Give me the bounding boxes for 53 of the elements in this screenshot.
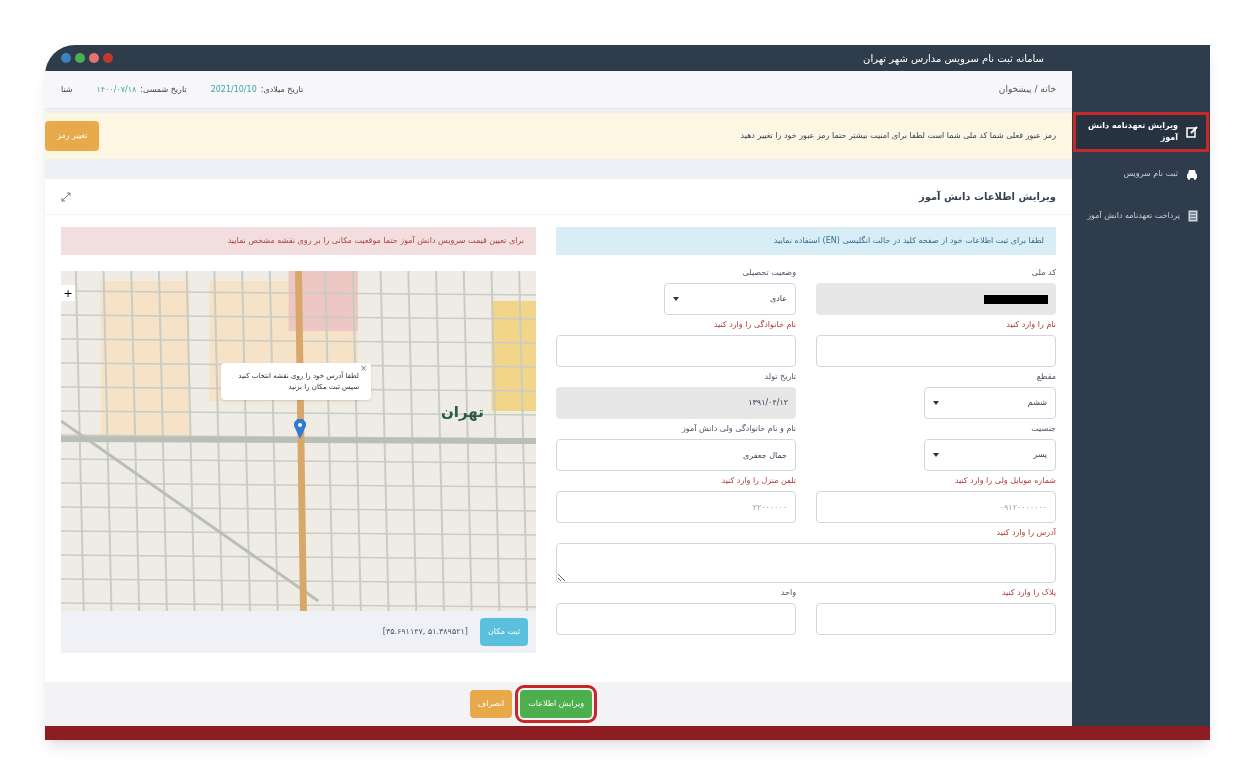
caret-icon xyxy=(933,401,939,405)
coordinates-text: [۳۵.۶۹۱۱۴۷, ۵۱.۳۸۹۵۲۱] xyxy=(382,626,468,638)
field-label: تلفن منزل را وارد کنید xyxy=(720,475,796,487)
breadcrumb: خانه / پیشخوان xyxy=(998,82,1056,96)
panel-title: ویرایش اطلاعات دانش آموز xyxy=(918,189,1056,204)
address-field[interactable] xyxy=(556,543,1056,583)
site-title: سامانه ثبت نام سرویس مدارس شهر تهران xyxy=(863,51,1044,66)
select-field[interactable]: ششم xyxy=(924,387,1056,419)
caret-icon xyxy=(933,453,939,457)
close-button[interactable]: × xyxy=(360,363,367,375)
field-label: مقطع xyxy=(1035,371,1056,383)
date-value: 2021/10/10 xyxy=(210,83,257,96)
warning-message: برای تعیین قیمت سرویس دانش آموز حتما موقعیت مکانی را بر روی نقشه مشخص نمایید xyxy=(61,227,536,255)
alert-message: رمز عبور فعلی شما کد ملی شما است لطفا برای امنیت بیشتر حتما رمز عبور خود را تغییر دهید xyxy=(740,130,1056,142)
info-message: لطفا برای ثبت اطلاعات خود از صفحه کلید در حالت انگلیسی (EN) استفاده نمایید xyxy=(556,227,1056,255)
field-label: تاریخ تولد xyxy=(763,371,796,383)
edit-icon xyxy=(1186,126,1198,138)
field-label: پلاک را وارد کنید xyxy=(1000,587,1056,599)
input-field[interactable]: ۲۲۰۰۰۰۰۰ xyxy=(556,491,796,523)
street-map-drawing[interactable] xyxy=(61,271,536,611)
field-label: نام خانوادگی را وارد کنید xyxy=(712,319,796,331)
sidebar-item[interactable]: پرداخت تعهدنامه دانش آموز xyxy=(1076,199,1206,233)
field-label: نام و نام خانوادگی ولی دانش آموز xyxy=(680,423,796,435)
readonly-field: ۱۳۹۱/۰۴/۱۲ xyxy=(556,387,796,419)
city-label: تهران xyxy=(441,402,484,423)
expand-icon[interactable] xyxy=(61,191,71,202)
sidebar-item[interactable]: ثبت نام سرویس xyxy=(1076,157,1206,191)
field-label: جنسیت xyxy=(1030,423,1056,435)
map-marker-icon[interactable] xyxy=(294,419,306,439)
date-label: تاریخ میلادی: xyxy=(260,83,304,96)
input-field[interactable] xyxy=(556,603,796,635)
document-icon xyxy=(1188,210,1198,222)
input-field[interactable] xyxy=(816,335,1056,367)
field-label: وضعیت تحصیلی xyxy=(741,267,796,279)
date-label: تاریخ شمسی: xyxy=(140,83,187,96)
field-label: نام را وارد کنید xyxy=(1005,319,1056,331)
input-field[interactable]: ۰۹۱۲۰۰۰۰۰۰۰ xyxy=(816,491,1056,523)
input-field[interactable] xyxy=(556,335,796,367)
date-value: ۱۴۰۰/۰۷/۱۸ xyxy=(96,83,137,96)
field-label: آدرس را وارد کنید xyxy=(995,527,1056,539)
car-icon xyxy=(1186,168,1198,180)
caret-icon xyxy=(673,297,679,301)
zoom-in-button[interactable]: + xyxy=(61,285,75,301)
field-label: شماره موبایل ولی را وارد کنید xyxy=(953,475,1056,487)
field-label: واحد xyxy=(779,587,796,599)
input-field[interactable]: جمال جعفری xyxy=(556,439,796,471)
sidebar-item[interactable]: ویرایش تعهدنامه دانش آموز xyxy=(1076,115,1206,149)
select-field[interactable]: عادی xyxy=(664,283,796,315)
input-field[interactable] xyxy=(816,603,1056,635)
cut-text: شنا xyxy=(61,83,73,96)
select-field[interactable]: پسر xyxy=(924,439,1056,471)
field-label: کد ملی xyxy=(1030,267,1056,279)
redaction-bar xyxy=(984,294,1048,304)
